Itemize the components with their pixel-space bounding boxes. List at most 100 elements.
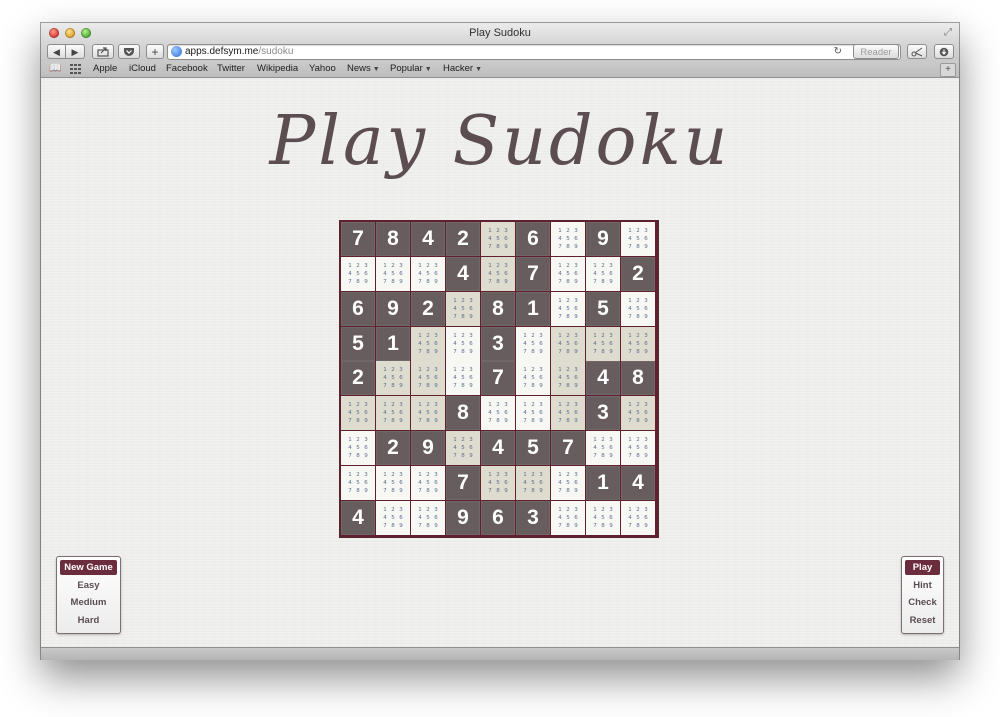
candidate-number[interactable]: 5 [389,514,397,522]
candidate-number[interactable]: 6 [537,409,545,417]
candidate-number[interactable]: 8 [529,417,537,425]
candidate-number[interactable]: 2 [459,366,467,374]
candidate-number[interactable]: 2 [634,436,642,444]
candidate-number[interactable]: 5 [354,444,362,452]
candidate-grid[interactable]: 123456789 [591,332,615,356]
empty-cell[interactable]: 123456789 [551,257,585,291]
candidate-number[interactable]: 7 [381,522,389,530]
candidate-number[interactable]: 8 [634,452,642,460]
bookmark-hacker[interactable]: Hacker ▼ [443,61,482,78]
candidate-number[interactable]: 3 [572,471,580,479]
candidate-number[interactable]: 6 [537,374,545,382]
candidate-number[interactable]: 2 [564,471,572,479]
candidate-number[interactable]: 1 [521,366,529,374]
bookmark-apple[interactable]: Apple [93,61,117,77]
candidate-number[interactable]: 2 [389,506,397,514]
candidate-number[interactable]: 3 [432,262,440,270]
candidate-number[interactable]: 9 [572,487,580,495]
candidate-number[interactable]: 2 [424,332,432,340]
candidate-number[interactable]: 6 [607,514,615,522]
candidate-number[interactable]: 8 [599,522,607,530]
candidate-number[interactable]: 8 [354,417,362,425]
candidate-number[interactable]: 1 [521,401,529,409]
candidate-number[interactable]: 4 [451,444,459,452]
candidate-grid[interactable]: 123456789 [626,332,650,356]
candidate-number[interactable]: 4 [626,409,634,417]
candidate-number[interactable]: 6 [502,270,510,278]
candidate-number[interactable]: 8 [424,522,432,530]
candidate-number[interactable]: 7 [591,348,599,356]
candidate-number[interactable]: 8 [389,487,397,495]
candidate-number[interactable]: 3 [572,227,580,235]
candidate-number[interactable]: 5 [459,305,467,313]
candidate-number[interactable]: 9 [397,417,405,425]
candidate-number[interactable]: 7 [416,522,424,530]
candidate-number[interactable]: 3 [432,506,440,514]
candidate-number[interactable]: 3 [537,471,545,479]
candidate-grid[interactable]: 123456789 [626,401,650,425]
candidate-number[interactable]: 2 [529,366,537,374]
candidate-grid[interactable]: 123456789 [556,471,580,495]
candidate-number[interactable]: 4 [521,340,529,348]
candidate-grid[interactable]: 123456789 [626,506,650,530]
candidate-number[interactable]: 9 [642,313,650,321]
candidate-number[interactable]: 3 [467,366,475,374]
easy-button[interactable]: Easy [60,578,117,593]
candidate-number[interactable]: 8 [599,452,607,460]
candidate-number[interactable]: 3 [642,436,650,444]
candidate-grid[interactable]: 123456789 [416,366,440,390]
candidate-number[interactable]: 4 [591,270,599,278]
candidate-number[interactable]: 1 [486,262,494,270]
candidate-number[interactable]: 5 [634,409,642,417]
candidate-number[interactable]: 8 [634,417,642,425]
candidate-grid[interactable]: 123456789 [521,366,545,390]
reset-button[interactable]: Reset [905,613,940,628]
candidate-number[interactable]: 7 [626,452,634,460]
candidate-grid[interactable]: 123456789 [486,401,510,425]
candidate-number[interactable]: 1 [556,401,564,409]
candidate-number[interactable]: 7 [346,417,354,425]
candidate-number[interactable]: 1 [626,297,634,305]
candidate-number[interactable]: 8 [494,487,502,495]
candidate-number[interactable]: 3 [572,506,580,514]
candidate-number[interactable]: 4 [626,305,634,313]
candidate-number[interactable]: 7 [486,417,494,425]
candidate-grid[interactable]: 123456789 [451,332,475,356]
candidate-number[interactable]: 3 [537,401,545,409]
candidate-grid[interactable]: 123456789 [486,227,510,251]
candidate-number[interactable]: 7 [556,487,564,495]
candidate-number[interactable]: 1 [346,262,354,270]
empty-cell[interactable]: 123456789 [481,466,515,500]
candidate-number[interactable]: 3 [502,401,510,409]
candidate-grid[interactable]: 123456789 [451,366,475,390]
candidate-number[interactable]: 4 [416,374,424,382]
candidate-number[interactable]: 5 [564,305,572,313]
candidate-number[interactable]: 7 [626,417,634,425]
candidate-number[interactable]: 9 [432,522,440,530]
candidate-number[interactable]: 9 [572,278,580,286]
candidate-number[interactable]: 7 [416,487,424,495]
candidate-number[interactable]: 3 [642,332,650,340]
candidate-grid[interactable]: 123456789 [556,366,580,390]
candidate-number[interactable]: 2 [389,262,397,270]
fullscreen-icon[interactable]: ⤢ [942,27,954,39]
candidate-number[interactable]: 4 [556,374,564,382]
candidate-number[interactable]: 7 [521,417,529,425]
candidate-number[interactable]: 5 [424,409,432,417]
candidate-number[interactable]: 6 [397,409,405,417]
candidate-number[interactable]: 6 [642,340,650,348]
candidate-number[interactable]: 3 [572,401,580,409]
candidate-number[interactable]: 5 [354,409,362,417]
candidate-number[interactable]: 9 [537,348,545,356]
candidate-number[interactable]: 9 [572,522,580,530]
candidate-grid[interactable]: 123456789 [556,262,580,286]
candidate-number[interactable]: 6 [642,305,650,313]
candidate-number[interactable]: 6 [362,479,370,487]
candidate-grid[interactable]: 123456789 [626,297,650,321]
candidate-number[interactable]: 5 [529,374,537,382]
candidate-number[interactable]: 2 [564,332,572,340]
pocket-button[interactable] [118,44,140,59]
candidate-number[interactable]: 2 [354,262,362,270]
candidate-grid[interactable]: 123456789 [346,471,370,495]
candidate-number[interactable]: 2 [529,471,537,479]
